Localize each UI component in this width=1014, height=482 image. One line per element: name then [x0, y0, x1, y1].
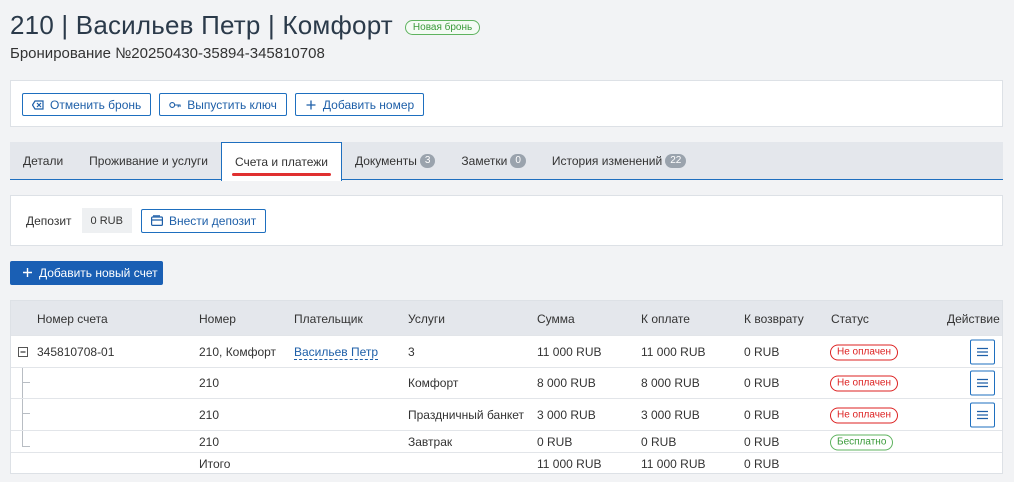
invoices-table: Номер счета Номер Плательщик Услуги Сумм…: [10, 300, 1003, 474]
column-header-invoice: Номер счета: [37, 312, 108, 326]
tab-label: Проживание и услуги: [89, 153, 208, 168]
column-header-payer: Плательщик: [294, 312, 363, 326]
tab-stay-and-services[interactable]: Проживание и услуги: [76, 142, 221, 179]
deposit-value: 0 RUB: [81, 208, 132, 233]
invoice-number: 345810708-01: [37, 344, 115, 359]
tab-bar: Детали Проживание и услуги Счета и плате…: [10, 142, 1003, 181]
refund-cell: 0 RUB: [744, 344, 780, 359]
column-header-action: Действие: [947, 312, 1000, 326]
cancel-icon: [32, 99, 44, 111]
status-badge: Не оплачен: [830, 344, 899, 360]
tab-label: Документы: [354, 153, 417, 168]
total-label: Итого: [199, 456, 231, 471]
column-header-sum: Сумма: [537, 312, 575, 326]
tab-change-history[interactable]: История изменений 22: [539, 142, 699, 179]
services-cell: 3: [408, 344, 415, 359]
total-sum: 11 000 RUB: [537, 456, 602, 471]
column-header-room: Номер: [199, 312, 236, 326]
plus-icon: [23, 266, 32, 280]
page-title: 210 | Васильев Петр | Комфорт: [10, 9, 393, 40]
tab-label: Заметки: [461, 153, 508, 168]
add-room-label: Добавить номер: [322, 97, 415, 112]
table-row: 210 Комфорт 8 000 RUB 8 000 RUB 0 RUB Не…: [11, 367, 1002, 398]
status-badge: Не оплачен: [830, 375, 899, 392]
row-menu-button[interactable]: [970, 402, 995, 427]
active-tab-indicator: [231, 173, 331, 176]
booking-number: Бронирование №20250430-35894-345810708: [10, 45, 325, 62]
menu-icon: [977, 378, 988, 388]
collapse-toggle-icon[interactable]: [18, 346, 28, 357]
sum-cell: 8 000 RUB: [537, 376, 596, 390]
sum-cell: 3 000 RUB: [537, 407, 596, 422]
room-cell: 210, Комфорт: [199, 344, 277, 359]
tab-label: История изменений: [551, 153, 663, 168]
services-cell: Праздничный банкет: [408, 407, 525, 422]
tab-invoices-and-payments[interactable]: Счета и платежи: [220, 142, 342, 181]
room-cell: 210: [199, 434, 220, 449]
count-badge: 3: [419, 153, 436, 168]
wallet-icon: [150, 215, 163, 227]
refund-cell: 0 RUB: [744, 407, 780, 422]
refund-cell: 0 RUB: [744, 434, 780, 449]
plus-icon: [305, 99, 317, 111]
room-cell: 210: [199, 376, 220, 390]
action-toolbar: Отменить бронь Выпустить ключ Добавить н…: [10, 80, 1003, 127]
tab-label: Счета и платежи: [234, 155, 328, 169]
tab-label: Детали: [23, 153, 64, 168]
tab-documents[interactable]: Документы 3: [342, 142, 448, 179]
sum-cell: 0 RUB: [537, 434, 573, 449]
menu-icon: [977, 347, 988, 356]
table-row: 210 Завтрак 0 RUB 0 RUB 0 RUB Бесплатно: [11, 430, 1002, 452]
column-header-services: Услуги: [408, 312, 445, 326]
key-icon: [169, 99, 181, 111]
to-pay-cell: 8 000 RUB: [641, 376, 700, 390]
table-header: Номер счета Номер Плательщик Услуги Сумм…: [11, 301, 1002, 335]
status-badge: Новая бронь: [404, 19, 481, 35]
to-pay-cell: 3 000 RUB: [641, 407, 700, 422]
refund-cell: 0 RUB: [744, 376, 780, 390]
add-room-button[interactable]: Добавить номер: [294, 93, 425, 116]
column-header-refund: К возврату: [744, 312, 804, 326]
tab-notes[interactable]: Заметки 0: [448, 142, 538, 179]
payer-link[interactable]: Васильев Петр: [294, 344, 379, 360]
cancel-booking-button[interactable]: Отменить бронь: [22, 93, 152, 116]
table-total-row: Итого 11 000 RUB 11 000 RUB 0 RUB: [11, 452, 1002, 474]
to-pay-cell: 0 RUB: [641, 434, 677, 449]
total-refund: 0 RUB: [744, 456, 780, 471]
table-row: 210 Праздничный банкет 3 000 RUB 3 000 R…: [11, 398, 1002, 430]
room-cell: 210: [199, 407, 220, 422]
make-deposit-label: Внести депозит: [168, 213, 257, 228]
column-header-to-pay: К оплате: [641, 312, 690, 326]
column-header-status: Статус: [831, 312, 869, 326]
cancel-booking-label: Отменить бронь: [50, 97, 142, 112]
total-to-pay: 11 000 RUB: [641, 456, 706, 471]
count-badge: 22: [665, 153, 687, 168]
status-badge: Не оплачен: [830, 407, 899, 423]
row-menu-button[interactable]: [970, 339, 995, 364]
status-badge: Бесплатно: [830, 434, 894, 450]
count-badge: 0: [510, 153, 526, 168]
services-cell: Завтрак: [408, 434, 453, 449]
issue-key-button[interactable]: Выпустить ключ: [159, 93, 287, 116]
issue-key-label: Выпустить ключ: [187, 97, 277, 112]
row-menu-button[interactable]: [970, 370, 995, 396]
add-invoice-label: Добавить новый счет: [39, 266, 158, 280]
tab-details[interactable]: Детали: [10, 142, 76, 179]
table-row: 345810708-01 210, Комфорт Васильев Петр …: [11, 335, 1002, 367]
deposit-label: Депозит: [26, 213, 72, 228]
sum-cell: 11 000 RUB: [537, 344, 602, 359]
title-row: 210 | Васильев Петр | Комфорт Новая брон…: [10, 8, 481, 42]
add-invoice-button[interactable]: Добавить новый счет: [10, 261, 163, 285]
menu-icon: [977, 410, 988, 419]
services-cell: Комфорт: [408, 376, 459, 390]
to-pay-cell: 11 000 RUB: [641, 344, 706, 359]
make-deposit-button[interactable]: Внести депозит: [140, 208, 267, 233]
deposit-panel: Депозит 0 RUB Внести депозит: [10, 195, 1003, 246]
